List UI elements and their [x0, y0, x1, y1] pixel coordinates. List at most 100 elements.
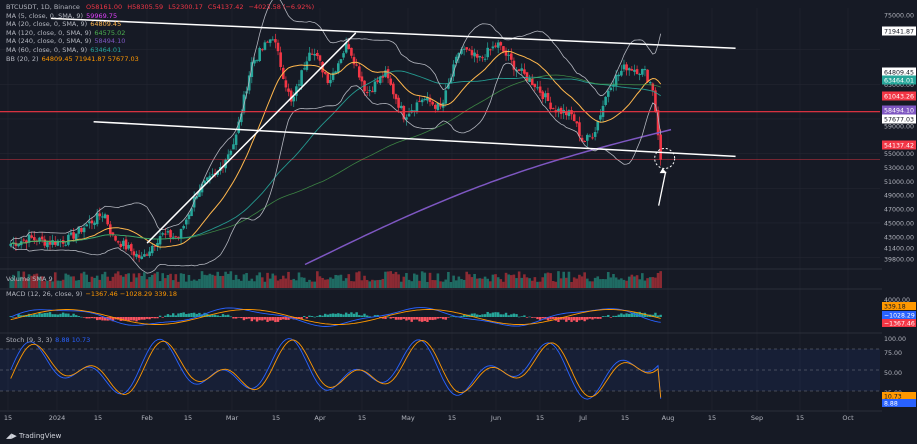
time-tick: 15: [796, 414, 804, 422]
candle: [620, 70, 623, 76]
macd-hist: [213, 314, 217, 317]
candle: [641, 68, 644, 75]
candle: [82, 227, 86, 233]
macd-badge-label: 339.18: [884, 303, 906, 310]
candle: [9, 243, 12, 246]
volume-bar: [536, 281, 539, 288]
macd-hist: [80, 316, 83, 318]
indicator-bb[interactable]: BB (20, 2) 64809.45 71941.87 57677.03: [6, 55, 314, 64]
macd-hist: [536, 317, 539, 320]
macd-hist: [124, 317, 128, 321]
indicator-ma5[interactable]: MA (5, close, 0, SMA, 9) 59969.75: [6, 12, 314, 21]
macd-hist: [266, 317, 269, 322]
volume-legend[interactable]: Volume SMA 9: [6, 275, 53, 284]
volume-bar: [494, 274, 497, 288]
volume-bar: [72, 276, 75, 288]
volume-bar: [397, 274, 400, 288]
candle: [627, 68, 631, 71]
macd-hist: [389, 317, 392, 319]
volume-bar: [219, 276, 222, 288]
volume-bar: [56, 280, 60, 288]
volume-bar: [420, 271, 424, 288]
candle: [544, 93, 547, 98]
candle: [397, 97, 400, 108]
indicator-ma60[interactable]: MA (60, close, 0, SMA, 9) 63464.01: [6, 46, 314, 55]
volume-bar: [528, 278, 531, 288]
volume-bar: [182, 273, 185, 288]
volume-bar: [546, 272, 550, 288]
candle: [509, 53, 513, 60]
price-tick: 49000.00: [884, 193, 914, 200]
candle: [88, 221, 91, 224]
candle: [98, 213, 102, 217]
tradingview-logo[interactable]: ◢▶ TradingView: [6, 432, 61, 440]
candle: [578, 122, 581, 137]
volume-bar: [140, 275, 144, 288]
volume-bar: [418, 280, 421, 288]
volume-bar: [352, 281, 356, 288]
candle: [418, 100, 421, 102]
volume-bar: [452, 275, 455, 288]
candle: [148, 251, 151, 256]
high-value: H58305.59: [127, 3, 164, 11]
macd-hist: [420, 317, 424, 322]
time-tick: 15: [94, 414, 102, 422]
macd-hist: [423, 317, 426, 322]
macd-hist: [135, 317, 138, 322]
candle: [111, 232, 115, 235]
macd-hist: [397, 317, 400, 320]
candle: [179, 228, 183, 239]
volume-bar: [258, 272, 261, 288]
price-tick: 55000.00: [884, 151, 914, 158]
volume-bar: [439, 281, 442, 288]
chart-canvas[interactable]: 75000.0067000.0065000.0059000.0055000.00…: [0, 0, 917, 444]
candle: [575, 121, 579, 124]
volume-bar: [538, 281, 542, 288]
macd-hist: [531, 317, 534, 318]
volume-bar: [289, 279, 293, 288]
volume-bar: [635, 275, 639, 288]
macd-hist: [659, 314, 662, 317]
candle: [415, 102, 419, 113]
macd-hist: [143, 317, 146, 320]
volume-bar: [122, 276, 125, 288]
macd-hist: [276, 317, 280, 322]
macd-hist: [418, 317, 421, 322]
symbol-label[interactable]: BTCUSDT, 1D, Binance: [6, 3, 80, 11]
candle: [347, 44, 351, 50]
volume-bar: [478, 278, 482, 288]
volume-bar: [551, 281, 555, 288]
macd-legend[interactable]: MACD (12, 26, close, 9) −1367.46 −1028.29…: [6, 290, 177, 299]
macd-hist: [46, 312, 49, 317]
indicator-ma120[interactable]: MA (120, close, 0, SMA, 9) 64575.02: [6, 29, 314, 38]
candle: [546, 92, 550, 101]
candle: [392, 83, 395, 95]
macd-hist: [504, 312, 508, 317]
candle: [234, 134, 238, 145]
indicator-ma20[interactable]: MA (20, close, 0, SMA, 9) 64809.45: [6, 20, 314, 29]
volume-bar: [208, 273, 212, 288]
macd-hist: [515, 314, 518, 317]
macd-hist: [625, 313, 628, 317]
macd-hist: [187, 313, 191, 317]
indicator-ma240[interactable]: MA (240, close, 0, SMA, 9) 58494.10: [6, 37, 314, 46]
stoch-legend[interactable]: Stoch (9, 3, 3) 8.88 10.73: [6, 336, 90, 345]
low-value: L52300.17: [168, 3, 203, 11]
time-tick: Mar: [226, 414, 239, 422]
candle: [164, 233, 167, 235]
volume-bar: [334, 274, 337, 288]
candle: [433, 104, 437, 109]
time-tick: 15: [536, 414, 544, 422]
macd-hist: [93, 317, 96, 319]
candle: [171, 236, 175, 238]
macd-hist: [507, 315, 510, 317]
volume-bar: [504, 272, 508, 288]
price-axis[interactable]: 75000.0067000.0065000.0059000.0055000.00…: [882, 0, 917, 444]
macd-hist: [224, 315, 227, 317]
macd-hist: [407, 317, 411, 320]
candle: [101, 216, 104, 218]
volume-bar: [486, 278, 489, 288]
candle: [119, 243, 123, 248]
volume-bar: [98, 279, 102, 288]
macd-hist: [12, 316, 15, 318]
